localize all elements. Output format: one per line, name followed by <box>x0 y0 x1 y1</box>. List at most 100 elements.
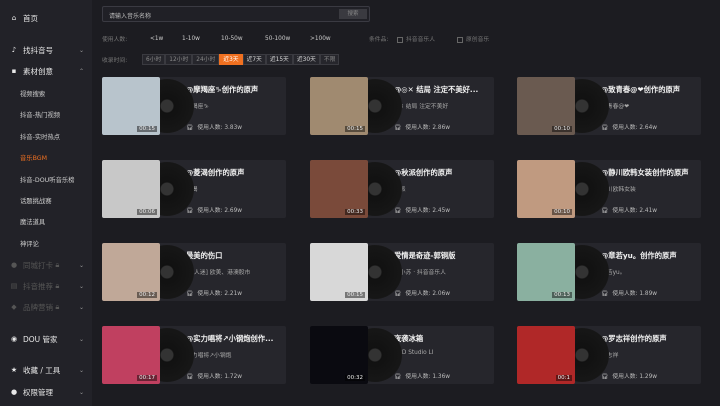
sub-hot-video[interactable]: 抖音-热门视频 <box>20 110 60 119</box>
duration: 00:15 <box>345 126 365 132</box>
nav-dou[interactable]: ◉ DOU 管家 ⌄ <box>9 331 84 347</box>
headphones-icon: 🎧︎ <box>394 125 402 131</box>
filter-users-50-100w[interactable]: 50-100w <box>265 36 310 42</box>
filter-users-10-50w[interactable]: 10-50w <box>221 36 265 42</box>
cover-thumbnail[interactable]: 00:15 <box>102 77 160 135</box>
time-7d[interactable]: 近7天 <box>242 54 266 65</box>
headphones-icon: 🎧︎ <box>186 125 194 131</box>
music-card[interactable]: 00:33 @秋派创作的原声 秋派 🎧︎使用人数: 2.45w <box>310 160 494 218</box>
nav-material[interactable]: ▪ 素材创意 ⌃ <box>9 63 84 79</box>
usage-count: 🎧︎ 使用人数: 1.36w <box>394 374 451 380</box>
checkbox-douyin-musician[interactable]: 抖音音乐人 <box>397 34 457 43</box>
cover-thumbnail[interactable]: 00:06 <box>102 160 160 218</box>
cover-thumbnail[interactable]: 00:10 <box>517 77 575 135</box>
music-card[interactable]: 00:15 爱情是奇迹-郭铜版 曹小苏 · 抖音音乐人 🎧︎ 使用人数: 2.06… <box>310 243 494 301</box>
main-content: 请输入音乐名称 搜索 使用人数: <1w 1-10w 10-50w 50-100w… <box>92 0 720 406</box>
headphones-icon: 🎧︎ <box>601 291 609 297</box>
headphones-icon: 🎧︎ <box>186 291 194 297</box>
music-title[interactable]: @章若yu。创作的原声 <box>601 251 699 261</box>
usage-count: 🎧︎ 使用人数: 3.83w <box>186 125 243 131</box>
sub-magic-props[interactable]: 魔法道具 <box>20 217 45 226</box>
sub-hot-topics[interactable]: 抖音-实时热点 <box>20 132 60 141</box>
users-filter: 使用人数: <1w 1-10w 10-50w 50-100w >100w 条件品… <box>102 34 490 44</box>
search-input[interactable]: 请输入音乐名称 搜索 <box>102 6 370 22</box>
dou-icon: ◉ <box>10 335 18 343</box>
music-title[interactable]: 爱情是奇迹-郭铜版 <box>394 251 492 261</box>
music-title[interactable]: 夜袭冰箱 <box>394 334 492 344</box>
time-15d[interactable]: 近15天 <box>265 54 293 65</box>
nav-checkin[interactable]: ● 同城打卡 🔒︎ ⌄ <box>9 257 84 273</box>
lock-icon: 🔒︎ <box>53 302 60 311</box>
music-card[interactable]: 00:12 最美的伤口 [万人迷] 欧美、港澳股市 🎧︎ 使用人数: 2.21w <box>102 243 286 301</box>
music-card[interactable]: 00:15 @◎✕ 结局 注定不美好... ◎✕ 结局 注定不美好 🎧︎ 使用人数… <box>310 77 494 135</box>
time-30d[interactable]: 近30天 <box>292 54 320 65</box>
tiktok-icon: ♪ <box>11 46 17 54</box>
music-title[interactable]: @摩羯座♑创作的原声 <box>186 85 284 95</box>
duration: 00:13 <box>552 292 572 298</box>
music-title[interactable]: @秋派创作的原声 <box>394 168 492 178</box>
usage-count: 🎧︎ 使用人数: 2.64w <box>601 125 658 131</box>
cover-thumbnail[interactable]: 00:15 <box>310 243 368 301</box>
music-title[interactable]: @实力唱将↗小钢炮创作... <box>186 334 284 344</box>
sub-music-bgm[interactable]: 音乐BGM <box>20 153 47 162</box>
chevron-down-icon: ⌄ <box>78 388 84 396</box>
music-card[interactable]: 00:1 @罗志祥创作的原声 罗志祥 🎧︎ 使用人数: 1.29w <box>517 326 701 384</box>
usage-count: 🎧︎ 使用人数: 2.06w <box>394 291 451 297</box>
time-24h[interactable]: 24小时 <box>192 54 220 65</box>
time-6h[interactable]: 6小时 <box>142 54 166 65</box>
music-author: ◎✕ 结局 注定不美好 <box>394 104 449 110</box>
duration: 00:10 <box>552 126 572 132</box>
music-title[interactable]: 最美的伤口 <box>186 251 284 261</box>
music-title[interactable]: @菱渴创作的原声 <box>186 168 284 178</box>
time-3d[interactable]: 近3天 <box>219 54 243 65</box>
sub-comments[interactable]: 神评论 <box>20 239 39 248</box>
sub-challenge[interactable]: 话题挑战赛 <box>20 196 51 205</box>
music-card[interactable]: 00:15 @摩羯座♑创作的原声 摩羯座♑ 🎧︎ 使用人数: 3.83w <box>102 77 286 135</box>
music-title[interactable]: @罗志祥创作的原声 <box>601 334 699 344</box>
nav-home[interactable]: ⌂ 首页 <box>9 10 84 26</box>
cover-thumbnail[interactable]: 00:17 <box>102 326 160 384</box>
usage-count: 🎧︎ 使用人数: 2.69w <box>186 208 243 214</box>
filter-users-lt1w[interactable]: <1w <box>150 36 182 42</box>
usage-count: 🎧︎ 使用人数: 2.21w <box>186 291 243 297</box>
headphones-icon: 🎧︎ <box>186 374 194 380</box>
star-icon: ★ <box>10 366 18 374</box>
music-card[interactable]: 00:32 夜袭冰箱 BCD Studio LI 🎧︎ 使用人数: 1.36w <box>310 326 494 384</box>
headphones-icon: 🎧︎ <box>394 291 402 297</box>
music-card[interactable]: 00:17 @实力唱将↗小钢炮创作... 实力唱将↗小钢炮 🎧︎ 使用人数: 1.… <box>102 326 286 384</box>
time-12h[interactable]: 12小时 <box>165 54 193 65</box>
filter-users-1-10w[interactable]: 1-10w <box>182 36 221 42</box>
music-card[interactable]: 00:13 @章若yu。创作的原声 章若yu。 🎧︎ 使用人数: 1.89w <box>517 243 701 301</box>
nav-brand[interactable]: ◆ 品牌营销 🔒︎ ⌄ <box>9 299 84 315</box>
music-card[interactable]: 00:10 @致青春@❤创作的原声 致青春@❤ 🎧︎ 使用人数: 2.64w <box>517 77 701 135</box>
nav-favorites[interactable]: ★ 收藏 / 工具 ⌄ <box>9 362 84 378</box>
duration: 00:06 <box>137 209 157 215</box>
cover-thumbnail[interactable]: 00:13 <box>517 243 575 301</box>
nav-permissions[interactable]: ● 权限管理 ⌄ <box>9 384 84 400</box>
duration: 00:33 <box>345 209 365 215</box>
cover-thumbnail[interactable]: 00:33 <box>310 160 368 218</box>
cover-thumbnail[interactable]: 00:10 <box>517 160 575 218</box>
music-card[interactable]: 00:06 @菱渴创作的原声 菱渴 🎧︎使用人数: 2.69w <box>102 160 286 218</box>
chevron-down-icon: ⌄ <box>78 366 84 374</box>
sub-video-search[interactable]: 视频搜索 <box>20 89 45 98</box>
filter-users-gt100w[interactable]: >100w <box>310 36 369 42</box>
sub-dou-music[interactable]: 抖音-DOU听音乐榜 <box>20 175 74 184</box>
cover-thumbnail[interactable]: 00:12 <box>102 243 160 301</box>
music-title[interactable]: @◎✕ 结局 注定不美好... <box>394 85 492 95</box>
duration: 00:32 <box>345 375 365 381</box>
checkbox-original-music[interactable]: 原创音乐 <box>457 34 489 43</box>
cover-thumbnail[interactable]: 00:1 <box>517 326 575 384</box>
music-title[interactable]: @静川欧韩女装创作的原声 <box>601 168 699 178</box>
time-all[interactable]: 不限 <box>319 54 340 65</box>
nav-recommend[interactable]: ▤ 抖音推荐 🔒︎ ⌄ <box>9 278 84 294</box>
cover-thumbnail[interactable]: 00:32 <box>310 326 368 384</box>
search-button[interactable]: 搜索 <box>339 9 367 19</box>
music-title[interactable]: @致青春@❤创作的原声 <box>601 85 699 95</box>
chevron-up-icon: ⌃ <box>78 67 84 75</box>
cover-thumbnail[interactable]: 00:15 <box>310 77 368 135</box>
nav-find-account[interactable]: ♪ 找抖音号 ⌄ <box>9 42 84 58</box>
usage-count: 🎧︎ 使用人数: 1.72w <box>186 374 243 380</box>
headphones-icon: 🎧︎ <box>601 208 609 214</box>
music-card[interactable]: 00:10 @静川欧韩女装创作的原声 静川欧韩女装 🎧︎ 使用人数: 2.41w <box>517 160 701 218</box>
